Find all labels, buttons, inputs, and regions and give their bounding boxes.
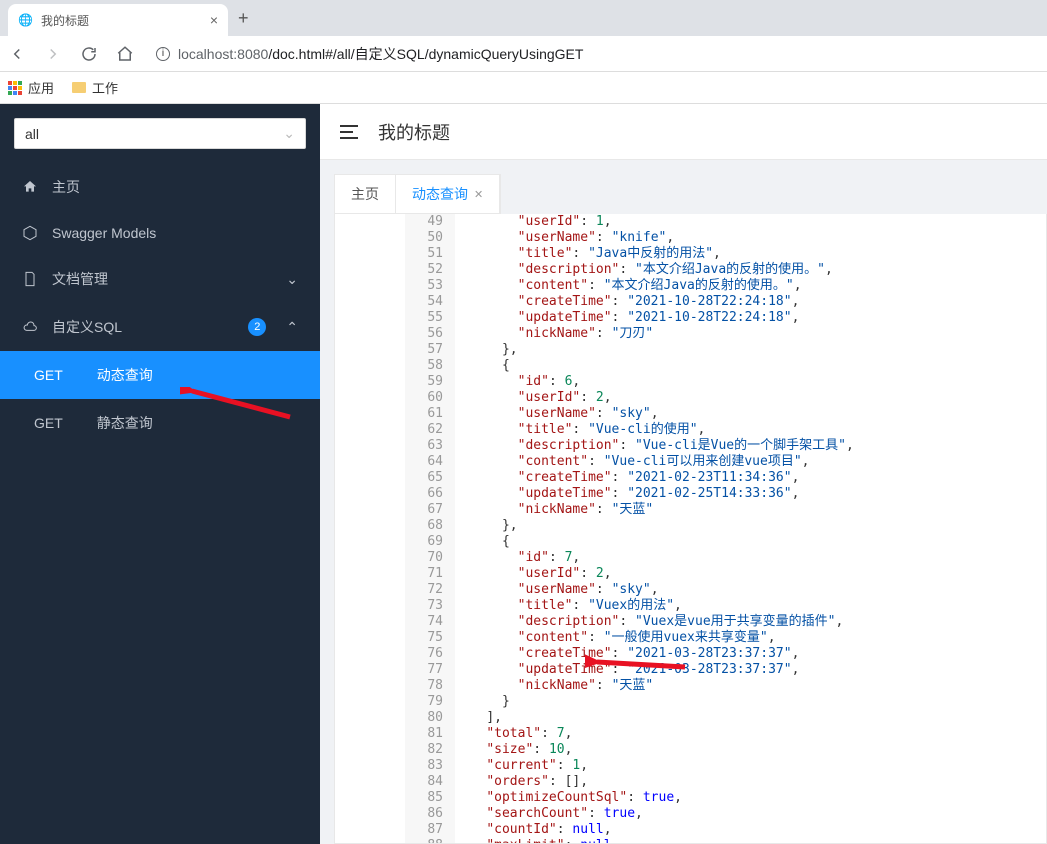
http-method: GET [34, 415, 63, 431]
apps-label: 应用 [28, 78, 54, 97]
http-method: GET [34, 367, 63, 383]
group-select-value: all [25, 126, 39, 142]
folder-icon [72, 82, 86, 93]
sidebar-item-home[interactable]: 主页 [0, 163, 320, 211]
document-icon [22, 271, 38, 287]
collapse-sidebar-button[interactable] [340, 125, 358, 139]
apps-button[interactable]: 应用 [8, 78, 54, 97]
response-code[interactable]: 49 "userId": 1,50 "userName": "knife",51… [335, 214, 1046, 843]
info-icon[interactable]: i [156, 47, 170, 61]
url-host: localhost [178, 46, 233, 62]
sidebar-item-custom-sql[interactable]: 自定义SQL 2 ⌃ [0, 303, 320, 351]
cloud-icon [22, 319, 38, 335]
browser-tab[interactable]: 🌐 我的标题 × [8, 4, 228, 36]
cube-icon [22, 225, 38, 241]
close-icon[interactable]: ✕ [474, 188, 483, 201]
bookmark-work[interactable]: 工作 [72, 78, 118, 97]
new-tab-button[interactable]: + [228, 8, 259, 29]
sidebar-item-label: 动态查询 [97, 365, 153, 385]
url-bar[interactable]: i localhost:8080/doc.html#/all/自定义SQL/dy… [152, 44, 1039, 64]
sidebar-item-label: 主页 [52, 177, 80, 197]
url-port: :8080 [233, 46, 268, 62]
group-select[interactable]: all ⌄ [14, 118, 306, 149]
tab-title: 我的标题 [41, 12, 89, 29]
home-icon[interactable] [116, 45, 134, 63]
chevron-down-icon: ⌄ [283, 125, 295, 142]
tab-dynamic-query[interactable]: 动态查询 ✕ [396, 175, 500, 213]
url-path: /doc.html#/all/自定义SQL/dynamicQueryUsingG… [268, 46, 583, 62]
page-title: 我的标题 [378, 119, 450, 145]
back-icon[interactable] [8, 45, 26, 63]
bookmark-label: 工作 [92, 78, 118, 97]
sidebar-item-label: 自定义SQL [52, 317, 122, 337]
close-icon[interactable]: × [210, 12, 218, 28]
chevron-down-icon: ⌄ [286, 271, 298, 288]
sidebar-sub-dynamic[interactable]: GET 动态查询 [0, 351, 320, 399]
globe-icon: 🌐 [18, 13, 33, 27]
sidebar-sub-static[interactable]: GET 静态查询 [0, 399, 320, 447]
chevron-up-icon: ⌃ [286, 319, 298, 336]
sidebar-item-label: Swagger Models [52, 225, 156, 241]
forward-icon [44, 45, 62, 63]
apps-icon [8, 81, 22, 95]
main-panel: 我的标题 主页 动态查询 ✕ 49 "userId": 1,50 "userNa… [320, 104, 1047, 844]
reload-icon[interactable] [80, 45, 98, 63]
home-icon [22, 179, 38, 195]
sidebar-item-swagger[interactable]: Swagger Models [0, 211, 320, 255]
tab-home[interactable]: 主页 [335, 175, 396, 213]
sidebar: all ⌄ 主页 Swagger Models 文档管理 ⌄ 自定义SQL 2 … [0, 104, 320, 844]
sidebar-item-docs[interactable]: 文档管理 ⌄ [0, 255, 320, 303]
count-badge: 2 [248, 318, 266, 336]
sidebar-item-label: 文档管理 [52, 269, 108, 289]
sidebar-item-label: 静态查询 [97, 413, 153, 433]
